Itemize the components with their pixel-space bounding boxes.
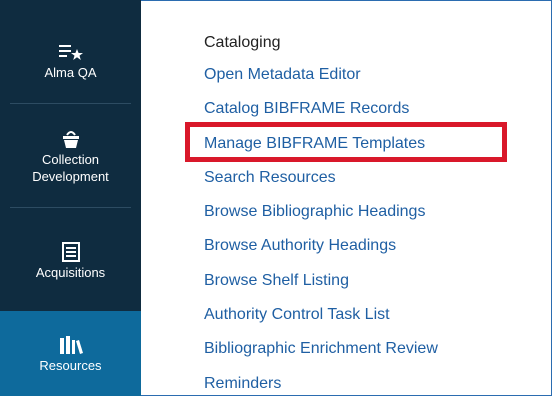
- sidebar-divider: [10, 207, 131, 208]
- menu-item-browse-bibliographic-headings[interactable]: Browse Bibliographic Headings: [204, 195, 438, 229]
- sidebar-item-collection-development[interactable]: Collection Development: [0, 110, 141, 202]
- books-icon: [56, 333, 86, 357]
- sidebar-item-label: Acquisitions: [35, 264, 106, 280]
- ledger-icon: [56, 240, 86, 264]
- sidebar-item-label: Development: [32, 169, 109, 184]
- sidebar-item-label: Collection: [41, 152, 100, 167]
- sidebar-item-alma-qa[interactable]: Alma QA: [0, 20, 141, 100]
- sidebar-item-acquisitions[interactable]: Acquisitions: [0, 215, 141, 305]
- menu-item-bibliographic-enrichment-review[interactable]: Bibliographic Enrichment Review: [204, 332, 438, 366]
- highlight-box: [185, 122, 507, 162]
- menu-item-browse-shelf-listing[interactable]: Browse Shelf Listing: [204, 264, 438, 298]
- main-sidebar: Alma QA Collection Development Acquisiti…: [0, 0, 141, 396]
- menu-item-browse-authority-headings[interactable]: Browse Authority Headings: [204, 229, 438, 263]
- cataloging-menu: Cataloging Open Metadata Editor Catalog …: [204, 30, 438, 401]
- menu-item-authority-control-task-list[interactable]: Authority Control Task List: [204, 298, 438, 332]
- sidebar-item-label: Alma QA: [44, 64, 97, 80]
- menu-section-title: Cataloging: [204, 34, 281, 51]
- basket-icon: [56, 127, 86, 151]
- menu-item-search-resources[interactable]: Search Resources: [204, 161, 438, 195]
- sidebar-item-label: Resources: [39, 358, 102, 373]
- list-star-icon: [56, 40, 86, 64]
- menu-item-open-metadata-editor[interactable]: Open Metadata Editor: [204, 58, 438, 92]
- sidebar-item-resources[interactable]: Resources: [0, 311, 141, 396]
- sidebar-divider: [10, 103, 131, 104]
